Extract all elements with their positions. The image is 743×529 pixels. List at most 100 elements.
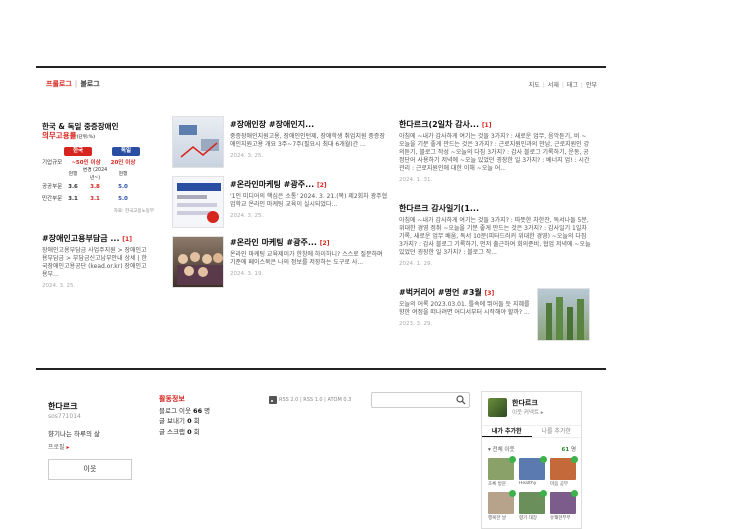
post-title[interactable]: #장애인고용부담금 ... xyxy=(42,234,120,243)
kr-company-size: ~50인 이상 xyxy=(71,160,101,166)
post-title[interactable]: 한다르크(2일차 감사... xyxy=(399,120,479,129)
comment-count: [1] xyxy=(122,236,132,243)
utility-menu: 지도 | 서재 | 태그 | 안부 xyxy=(528,82,597,89)
neighbor-name[interactable]: 행복한 날 xyxy=(488,515,516,521)
neighbor-name[interactable]: 초록 방문 xyxy=(488,481,516,487)
rss-icon xyxy=(269,396,277,404)
gov-germany: 5.0 xyxy=(118,184,128,190)
comment-count: [2] xyxy=(317,182,327,189)
post-grid: 한국 & 독일 중증장애인 의무고용률(단위:%) 한국 독일 기업규모 ~50인… xyxy=(42,110,597,350)
post-card[interactable]: 한다르크(2일차 감사... [1] 아침에 ~내가 감사하게 여기는 것들 3… xyxy=(399,120,591,184)
infographic-source: 자료: 한국고용노동부 xyxy=(113,209,154,214)
post-thumbnail[interactable] xyxy=(537,288,590,341)
neighbor-filter-row: ▾ 전체 이웃 61 명 xyxy=(488,445,576,453)
rss-links[interactable]: RSS 2.0 | RSS 1.0 | ATOM 0.3 xyxy=(269,396,351,404)
blog-name[interactable]: 한다르크 xyxy=(48,401,77,412)
post-title[interactable]: #벅커리어 #명언 #3월 xyxy=(399,288,482,297)
neighbor-thumbnail[interactable] xyxy=(550,490,578,514)
util-tag[interactable]: 태그 xyxy=(567,82,578,89)
neighbor-item[interactable]: 향기 대장 xyxy=(519,490,547,522)
neighbors-stat[interactable]: 블로그 이웃 66 명 xyxy=(159,406,210,417)
footer-divider xyxy=(36,368,606,370)
post-title[interactable]: #온라인마케팅 #광주... xyxy=(230,180,314,189)
post-excerpt: 장애인고용부담금 사업주지원 > 장애인고용부담금 > 부담금신고납부안내 상세… xyxy=(42,247,147,278)
neighbor-connect-link[interactable]: 이웃 커넥트 ▸ xyxy=(512,408,544,416)
post-card[interactable]: #온라인마케팅 #광주... [2] '1인 미디어의 핵심은 소통' 2024… xyxy=(230,180,390,220)
comment-count: [3] xyxy=(484,290,495,297)
shares-stat: 글 보내기 0 회 xyxy=(159,417,200,425)
post-date: 2024. 3. 25. xyxy=(230,153,264,159)
neighbor-thumbnail[interactable] xyxy=(488,490,516,514)
post-card[interactable]: #벅커리어 #명언 #3월 [3] 오늘의 어록 2023.03.01. 틀속에… xyxy=(399,288,535,328)
search-input[interactable] xyxy=(372,399,452,414)
neighbor-thumbnail[interactable] xyxy=(550,456,578,480)
neighbor-item[interactable]: 마음 공부 xyxy=(550,456,578,488)
tab-added-by-me[interactable]: 내가 추가한 xyxy=(482,426,532,437)
private-sector-label: 민간부문 xyxy=(42,196,63,202)
profile-link[interactable]: 프로필 ▸ xyxy=(48,442,70,451)
post-date: 2024. 3. 19. xyxy=(230,271,264,277)
gov-current: 3.6 xyxy=(68,184,78,190)
infographic-unit: (단위:%) xyxy=(76,135,96,140)
activity-info: 활동정보 블로그 이웃 66 명 글 보내기 0 회 글 스크랩 0 회 xyxy=(159,394,210,437)
post-excerpt: 중증장애인지원고용, 장애인인턴제, 장애학생 취업지원 중증장애인지원고용 개… xyxy=(230,133,385,148)
kr-change-label: 변경 (2024년~) xyxy=(82,168,108,181)
row-company-size-label: 기업규모 xyxy=(42,160,63,166)
blog-id: sos771014 xyxy=(48,413,81,420)
post-card[interactable]: #장애인장 #장애인지... 중증장애인지원고용, 장애인인턴제, 장애학생 취… xyxy=(230,120,390,160)
post-thumbnail[interactable] xyxy=(172,236,224,288)
neighbor-thumbnail[interactable] xyxy=(519,456,547,480)
widget-blog-name[interactable]: 한다르크 xyxy=(512,398,538,408)
header-divider xyxy=(36,66,606,68)
col-germany: 독일 xyxy=(112,147,140,156)
post-thumbnail[interactable] xyxy=(172,116,224,168)
post-excerpt: 오늘의 어록 2023.03.01. 틀속에 뛰어들 듯 지혜를 향한 여정을 … xyxy=(399,301,530,316)
util-map[interactable]: 지도 xyxy=(529,82,540,89)
util-library[interactable]: 서재 xyxy=(548,82,559,89)
gov-new: 3.8 xyxy=(90,184,100,190)
neighbor-item[interactable]: 유쾌한부부 xyxy=(550,490,578,522)
neighbor-thumbnail[interactable] xyxy=(519,490,547,514)
blog-description: 향기나는 하루의 삶 xyxy=(48,430,100,438)
neighbor-item[interactable]: 행복한 날 xyxy=(488,490,516,522)
neighbor-name[interactable]: 향기 대장 xyxy=(519,515,547,521)
new-post-badge xyxy=(571,456,578,463)
post-card[interactable]: 한다르크 감사일기(1... 아침에 ~내가 감사하게 여기는 것들 3가지? … xyxy=(399,204,591,268)
neighbor-item[interactable]: Healthy xyxy=(519,456,547,488)
post-title[interactable]: #온라인 마케팅 #광주... xyxy=(230,238,317,247)
post-title[interactable]: 한다르크 감사일기(1... xyxy=(399,204,479,213)
new-post-badge xyxy=(540,490,547,497)
search-icon[interactable] xyxy=(456,395,466,405)
scraps-stat: 글 스크랩 0 회 xyxy=(159,427,200,436)
blog-search xyxy=(371,392,470,414)
post-thumbnail-infographic[interactable]: 한국 & 독일 중증장애인 의무고용률(단위:%) 한국 독일 기업규모 ~50인… xyxy=(42,114,154,232)
tab-blog[interactable]: 블로그 xyxy=(80,80,99,88)
post-excerpt: 아침에 ~내가 감사하게 여기는 것들 3가지? : 따뜻한 차한잔, 독서나들… xyxy=(399,217,591,256)
infographic-table: 한국 독일 기업규모 ~50인 이상 20인 이상 현행 변경 (2024년~)… xyxy=(42,146,154,216)
neighbor-name[interactable]: 마음 공부 xyxy=(550,481,578,487)
avatar[interactable] xyxy=(488,398,507,417)
neighbor-name[interactable]: Healthy xyxy=(519,481,547,486)
priv-current: 3.1 xyxy=(68,196,78,202)
post-date: 2024. 3. 25. xyxy=(230,213,264,219)
post-card[interactable]: #장애인고용부담금 ... [1] 장애인고용부담금 사업주지원 > 장애인고용… xyxy=(42,234,150,290)
new-post-badge xyxy=(540,456,547,463)
post-title[interactable]: #장애인장 #장애인지... xyxy=(230,120,314,129)
neighbor-tabs: 내가 추가한 나를 추가한 xyxy=(482,425,581,438)
neighbor-filter[interactable]: ▾ 전체 이웃 xyxy=(488,445,515,453)
post-thumbnail[interactable] xyxy=(172,176,224,228)
util-guestbook[interactable]: 안부 xyxy=(586,82,597,89)
neighbor-thumbnail[interactable] xyxy=(488,456,516,480)
post-date: 2024. 1. 31. xyxy=(399,177,433,183)
post-card[interactable]: #온라인 마케팅 #광주... [2] 온라인 마케팅 교육제이가 한창에 하이… xyxy=(230,238,390,278)
add-neighbor-button[interactable]: 이웃 xyxy=(48,459,132,480)
tab-prologue[interactable]: 프롤로그 xyxy=(46,80,72,88)
new-post-badge xyxy=(509,456,516,463)
de-company-size: 20인 이상 xyxy=(110,160,136,166)
neighbor-count: 61 명 xyxy=(561,447,576,453)
neighbor-name[interactable]: 유쾌한부부 xyxy=(550,515,578,521)
neighbor-thumbnails: 초록 방문 Healthy 마음 공부행복한 날 향기 대장 유쾌한부부 xyxy=(488,456,578,522)
neighbor-item[interactable]: 초록 방문 xyxy=(488,456,516,488)
new-post-badge xyxy=(509,490,516,497)
tab-added-me[interactable]: 나를 추가한 xyxy=(532,426,582,437)
